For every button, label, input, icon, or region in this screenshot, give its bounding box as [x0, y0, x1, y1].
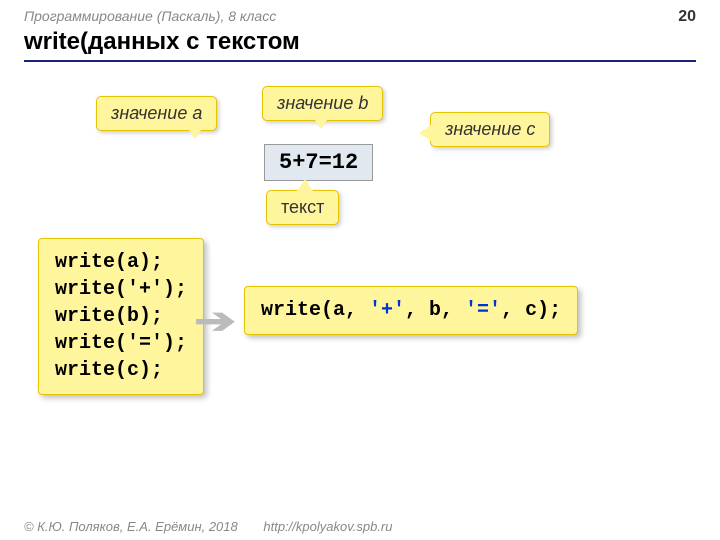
- footer: © К.Ю. Поляков, Е.А. Ерёмин, 2018 http:/…: [24, 519, 392, 534]
- callout-b-label: значение b: [277, 93, 368, 113]
- course-label: Программирование (Паскаль), 8 класс: [24, 8, 276, 26]
- code-left-text: write(a); write('+'); write(b); write('=…: [55, 251, 187, 382]
- code-block-right: write(a, '+', b, '=', c);: [244, 286, 578, 335]
- arrow-icon: ➔: [194, 300, 236, 342]
- callout-text: текст: [266, 190, 339, 225]
- code-r-p1: write(a,: [261, 299, 357, 322]
- page-title: write(данных с текстом: [0, 28, 720, 60]
- code-block-left: write(a); write('+'); write(b); write('=…: [38, 238, 204, 395]
- footer-url: http://kpolyakov.spb.ru: [263, 519, 392, 534]
- callout-value-b: значение b: [262, 86, 383, 121]
- code-r-s1: '+': [357, 299, 405, 322]
- slide-header: Программирование (Паскаль), 8 класс 20: [0, 0, 720, 28]
- callout-text-label: текст: [281, 197, 324, 217]
- callout-value-a: значение a: [96, 96, 217, 131]
- callout-value-c: значение c: [430, 112, 550, 147]
- output-text: 5+7=12: [279, 150, 358, 175]
- content-area: значение a значение b значение c 5+7=12 …: [0, 62, 720, 482]
- code-r-p3: , c);: [501, 299, 561, 322]
- code-r-p2: , b,: [405, 299, 453, 322]
- code-r-s2: '=': [453, 299, 501, 322]
- output-box: 5+7=12: [264, 144, 373, 181]
- callout-c-label: значение c: [445, 119, 535, 139]
- callout-a-label: значение a: [111, 103, 202, 123]
- copyright-text: © К.Ю. Поляков, Е.А. Ерёмин, 2018: [24, 519, 238, 534]
- page-number: 20: [678, 8, 696, 26]
